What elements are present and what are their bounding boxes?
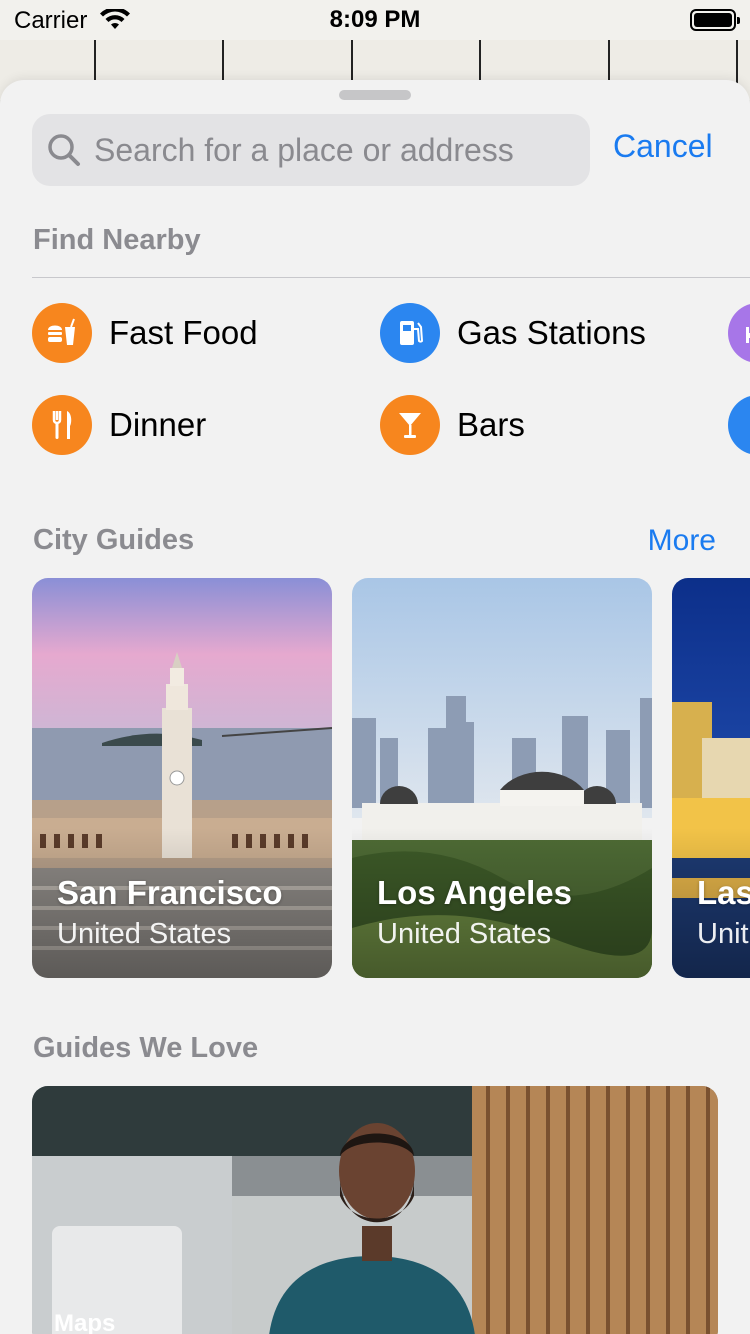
search-input[interactable]	[94, 114, 574, 186]
city-name: Las	[697, 874, 750, 911]
city-card-san-francisco[interactable]: San Francisco United States	[32, 578, 332, 978]
category-dinner[interactable]: Dinner	[32, 394, 206, 456]
city-country: United States	[57, 918, 232, 950]
more-button[interactable]: More	[648, 524, 716, 558]
maps-brand-label: Maps	[54, 1310, 116, 1334]
city-country: Unit	[697, 918, 749, 950]
clock: 8:09 PM	[329, 6, 421, 33]
search-sheet: Cancel Find Nearby Fast Food Gas Station…	[0, 80, 750, 1334]
city-card-las-vegas[interactable]: Las Unit	[672, 578, 750, 978]
dinner-icon	[32, 395, 92, 455]
category-more[interactable]	[728, 394, 750, 456]
featured-guide-photo	[32, 1086, 718, 1334]
bar-icon	[380, 395, 440, 455]
cancel-button[interactable]: Cancel	[613, 128, 713, 165]
find-nearby-title: Find Nearby	[33, 224, 201, 256]
hotel-icon	[728, 303, 750, 363]
category-label: Dinner	[109, 406, 207, 443]
city-card-los-angeles[interactable]: Los Angeles United States	[352, 578, 652, 978]
search-icon	[46, 132, 82, 173]
fast-food-icon	[32, 303, 92, 363]
featured-guide-card[interactable]: Maps	[32, 1086, 718, 1334]
city-name: San Francisco	[57, 874, 283, 911]
city-country: United States	[377, 918, 552, 950]
category-hotels[interactable]	[728, 302, 750, 364]
sheet-grabber[interactable]	[339, 90, 411, 100]
category-gas-stations[interactable]: Gas Stations	[380, 302, 646, 364]
city-name: Los Angeles	[377, 874, 572, 911]
gas-station-icon	[380, 303, 440, 363]
divider	[32, 277, 750, 278]
category-icon	[728, 395, 750, 455]
category-label: Bars	[457, 406, 525, 443]
guides-we-love-title: Guides We Love	[33, 1032, 259, 1064]
category-label: Fast Food	[109, 314, 258, 351]
search-bar[interactable]	[32, 114, 590, 186]
city-guides-title: City Guides	[33, 524, 195, 556]
battery-icon	[690, 9, 740, 31]
category-bars[interactable]: Bars	[380, 394, 525, 456]
category-label: Gas Stations	[457, 314, 646, 351]
category-fast-food[interactable]: Fast Food	[32, 302, 258, 364]
status-bar: Carrier 8:09 PM	[0, 0, 750, 40]
